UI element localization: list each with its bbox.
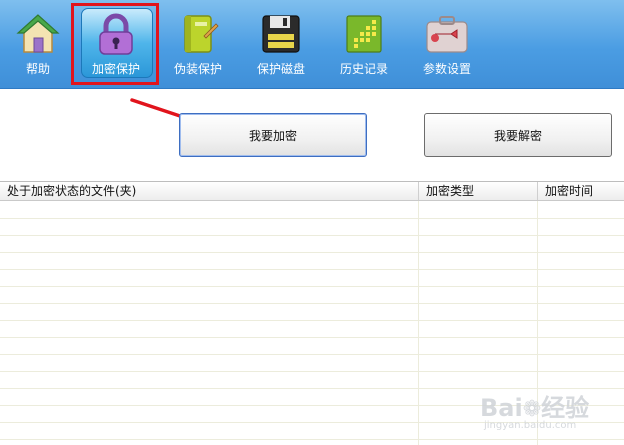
- decrypt-button[interactable]: 我要解密: [424, 113, 612, 157]
- toolbar-settings-button[interactable]: 参数设置: [409, 8, 485, 80]
- table-row-gridline: [0, 439, 624, 440]
- main-toolbar: 帮助 加密保护 伪装保护 保护磁盘 历史记录 参数设置: [0, 0, 624, 89]
- table-row-gridline: [0, 320, 624, 321]
- table-row-gridline: [0, 371, 624, 372]
- toolbar-history-button[interactable]: 历史记录: [326, 8, 402, 80]
- baidu-watermark-logo: Bai❁经验 jingyan.baidu.com: [480, 394, 590, 431]
- highlight-box: [71, 3, 159, 85]
- table-row-gridline: [0, 337, 624, 338]
- toolbar-help-button[interactable]: 帮助: [0, 8, 76, 80]
- table-row-gridline: [0, 252, 624, 253]
- toolbar-disguise-protect-label: 伪装保护: [173, 62, 222, 76]
- table-row-gridline: [0, 303, 624, 304]
- toolbar-protect-disk-label: 保护磁盘: [256, 62, 305, 76]
- table-header: 处于加密状态的文件(夹) 加密类型 加密时间: [0, 182, 624, 201]
- column-header-encrypt-type[interactable]: 加密类型: [418, 182, 537, 200]
- toolbar-settings-label: 参数设置: [422, 62, 471, 76]
- table-row-gridline: [0, 235, 624, 236]
- table-row-gridline: [0, 269, 624, 270]
- toolbar-help-label: 帮助: [25, 62, 50, 76]
- toolbar-disguise-protect-button[interactable]: 伪装保护: [160, 8, 236, 80]
- table-row-gridline: [0, 286, 624, 287]
- column-divider: [418, 201, 419, 445]
- history-chart-icon: [346, 15, 382, 53]
- table-row-gridline: [0, 218, 624, 219]
- wrench-icon: [426, 16, 468, 53]
- toolbar-history-label: 历史记录: [339, 62, 388, 76]
- column-header-files[interactable]: 处于加密状态的文件(夹): [0, 182, 418, 200]
- house-icon: [16, 14, 60, 53]
- table-row-gridline: [0, 354, 624, 355]
- encrypt-button[interactable]: 我要加密: [179, 113, 367, 157]
- toolbar-protect-disk-button[interactable]: 保护磁盘: [243, 8, 319, 80]
- notebook-icon: [184, 15, 219, 53]
- floppy-disk-icon: [262, 15, 300, 53]
- column-header-encrypt-time[interactable]: 加密时间: [537, 182, 624, 200]
